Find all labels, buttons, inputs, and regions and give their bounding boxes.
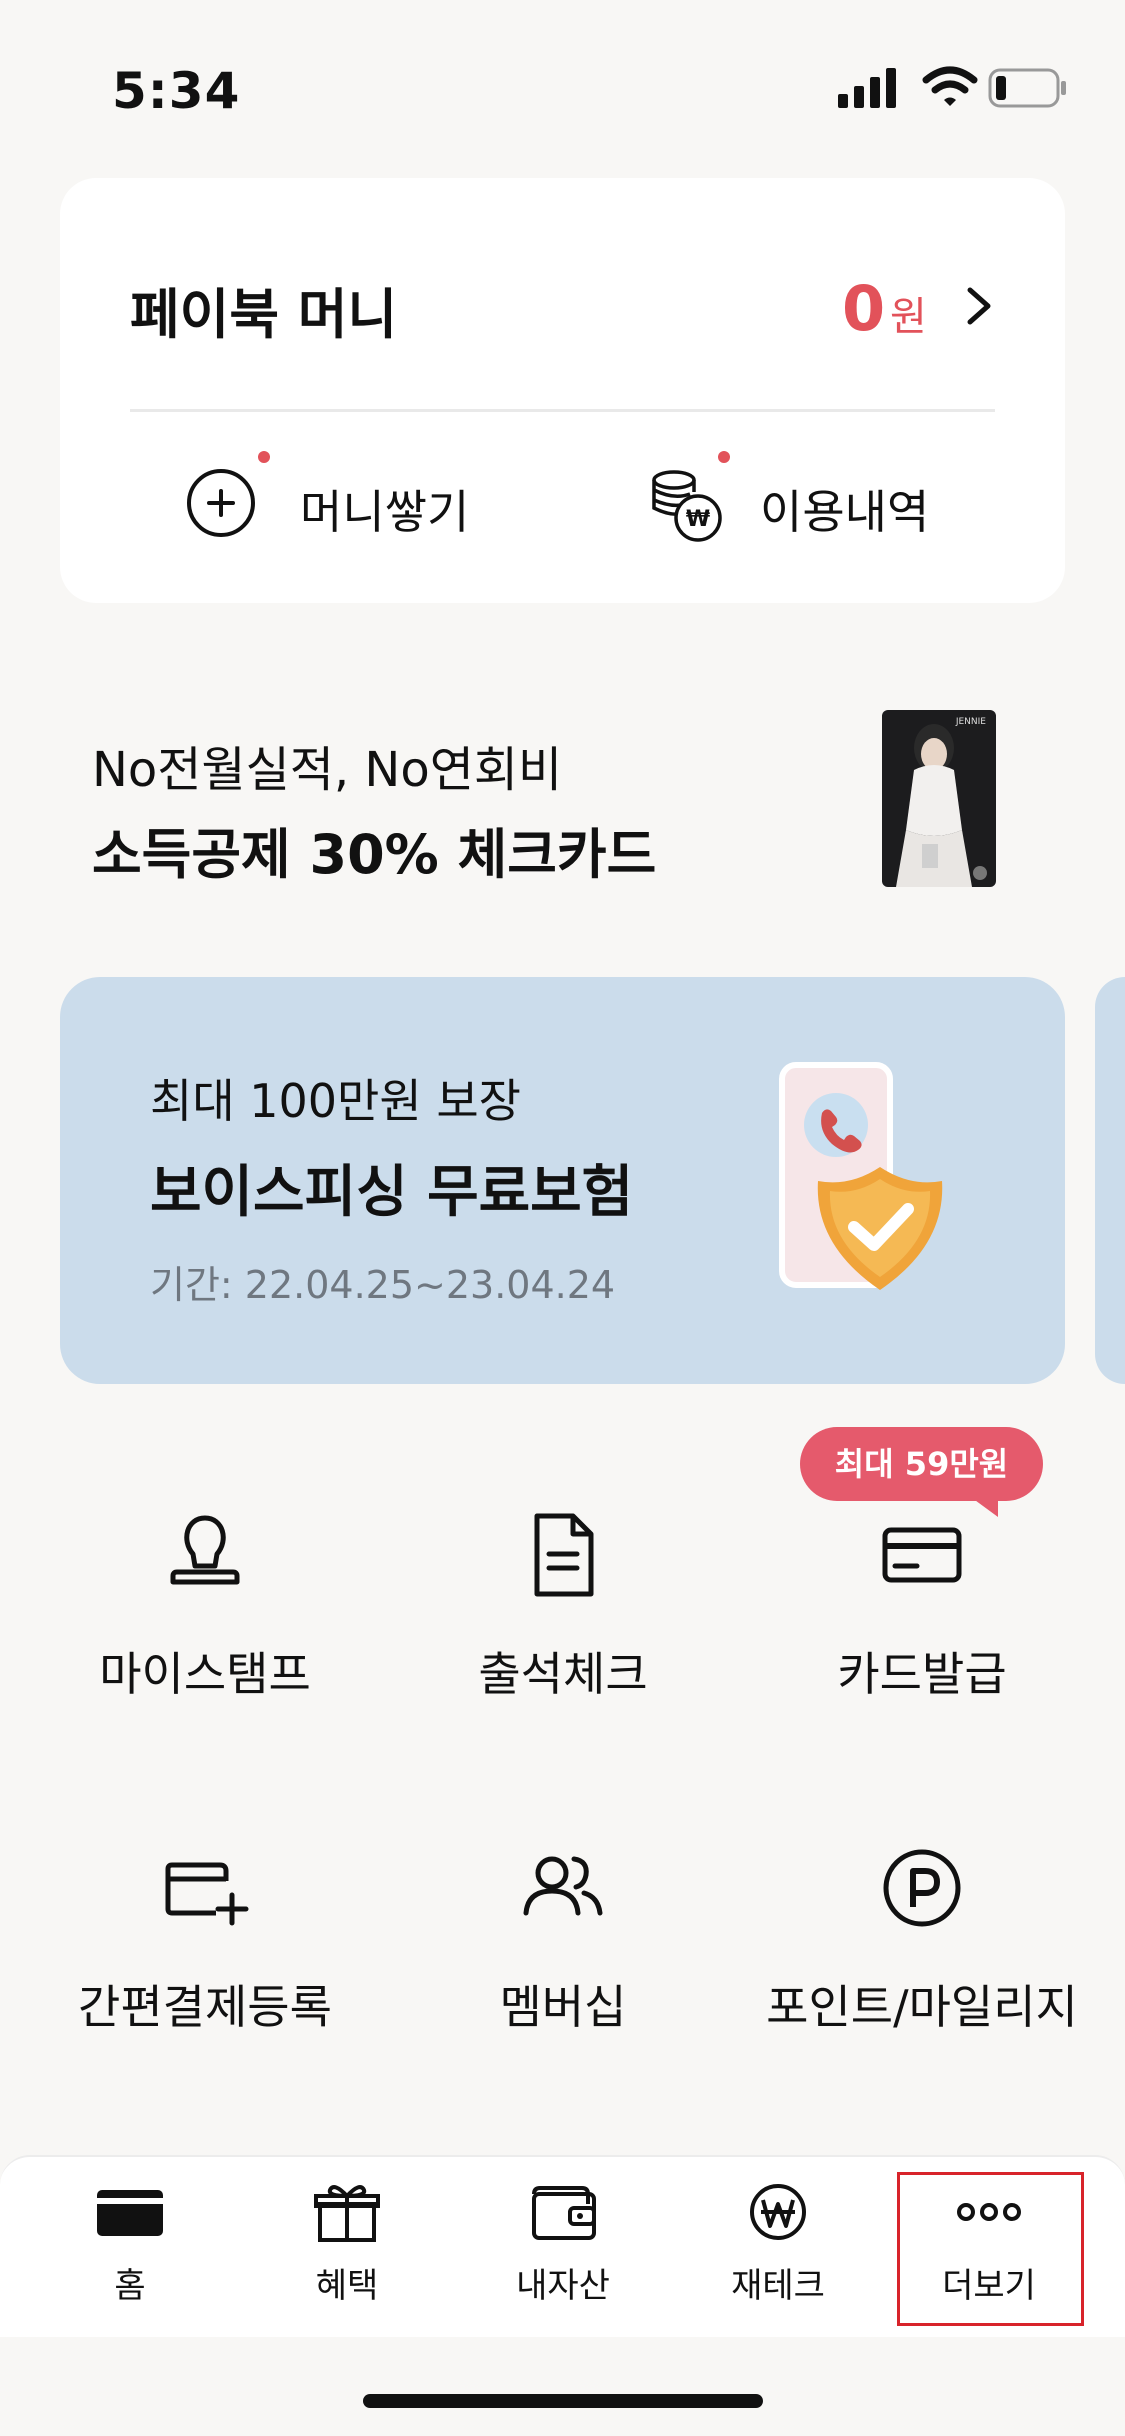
money-amount: 0	[842, 272, 886, 345]
wifi-icon	[922, 66, 978, 106]
signal-icon	[838, 68, 896, 108]
grid-label: 간편결제등록	[78, 1980, 332, 2034]
check-card-image[interactable]: JENNIE	[882, 710, 996, 887]
plus-circle-icon[interactable]	[185, 467, 257, 539]
tab-label: 내자산	[516, 2266, 610, 2306]
card-add-icon	[165, 1862, 249, 1926]
point-icon	[883, 1849, 961, 1927]
chevron-right-icon[interactable]	[964, 286, 994, 326]
users-icon	[523, 1856, 603, 1916]
banner-title: 보이스피싱 무료보험	[150, 1160, 634, 1225]
grid-item-point-mileage[interactable]: 포인트/마일리지	[742, 1843, 1102, 2043]
grid-item-card-issue[interactable]: 카드발급	[742, 1510, 1102, 1710]
card-issue-badge: 최대 59만원	[800, 1427, 1043, 1501]
divider	[130, 409, 995, 412]
tab-label: 재테크	[731, 2266, 825, 2306]
grid-label: 출석체크	[478, 1647, 648, 1701]
money-history-button[interactable]: 이용내역	[760, 476, 929, 542]
money-title: 페이북 머니	[130, 283, 398, 346]
promo-subtitle[interactable]: No전월실적, No연회비	[92, 730, 562, 800]
svg-text:₩: ₩	[686, 507, 710, 532]
highlight-box	[897, 2172, 1084, 2326]
grid-label: 멤버십	[499, 1980, 627, 2034]
grid-label: 포인트/마일리지	[766, 1980, 1078, 2034]
banner-period: 기간: 22.04.25~23.04.24	[150, 1263, 616, 1307]
money-unit: 원	[890, 294, 927, 340]
stamp-icon	[170, 1515, 240, 1585]
grid-item-membership[interactable]: 멤버십	[383, 1843, 743, 2043]
grid-label: 카드발급	[837, 1647, 1007, 1701]
tab-benefits[interactable]: 혜택	[247, 2182, 447, 2307]
promo-title[interactable]: 소득공제 30% 체크카드	[92, 810, 656, 889]
new-badge-dot	[718, 451, 730, 463]
phone-shield-illustration	[779, 1062, 943, 1290]
card-name: JENNIE	[955, 717, 986, 727]
tab-my-assets[interactable]: 내자산	[463, 2182, 663, 2307]
status-time: 5:34	[112, 62, 241, 120]
home-indicator	[363, 2394, 763, 2408]
grid-item-attendance[interactable]: 출석체크	[383, 1510, 743, 1710]
gift-icon	[314, 2185, 380, 2242]
banner-subtitle: 최대 100만원 보장	[150, 1074, 521, 1128]
tab-home[interactable]: 홈	[30, 2182, 230, 2307]
new-badge-dot	[258, 451, 270, 463]
grid-item-easy-payment[interactable]: 간편결제등록	[25, 1843, 385, 2043]
next-banner-peek[interactable]	[1095, 977, 1125, 1384]
grid-label: 마이스탬프	[99, 1647, 311, 1701]
money-charge-button[interactable]: 머니쌓기	[300, 476, 469, 542]
document-icon	[534, 1513, 594, 1597]
won-icon	[750, 2184, 806, 2240]
coins-won-icon[interactable]: ₩	[646, 466, 726, 546]
battery-icon	[988, 68, 1066, 108]
wallet-icon	[532, 2186, 596, 2240]
tab-label: 홈	[114, 2266, 146, 2306]
card-tab-icon	[97, 2190, 163, 2236]
tab-investment[interactable]: 재테크	[678, 2182, 878, 2307]
card-icon	[882, 1527, 962, 1583]
tab-label: 혜택	[315, 2266, 379, 2306]
grid-item-my-stamp[interactable]: 마이스탬프	[25, 1510, 385, 1710]
